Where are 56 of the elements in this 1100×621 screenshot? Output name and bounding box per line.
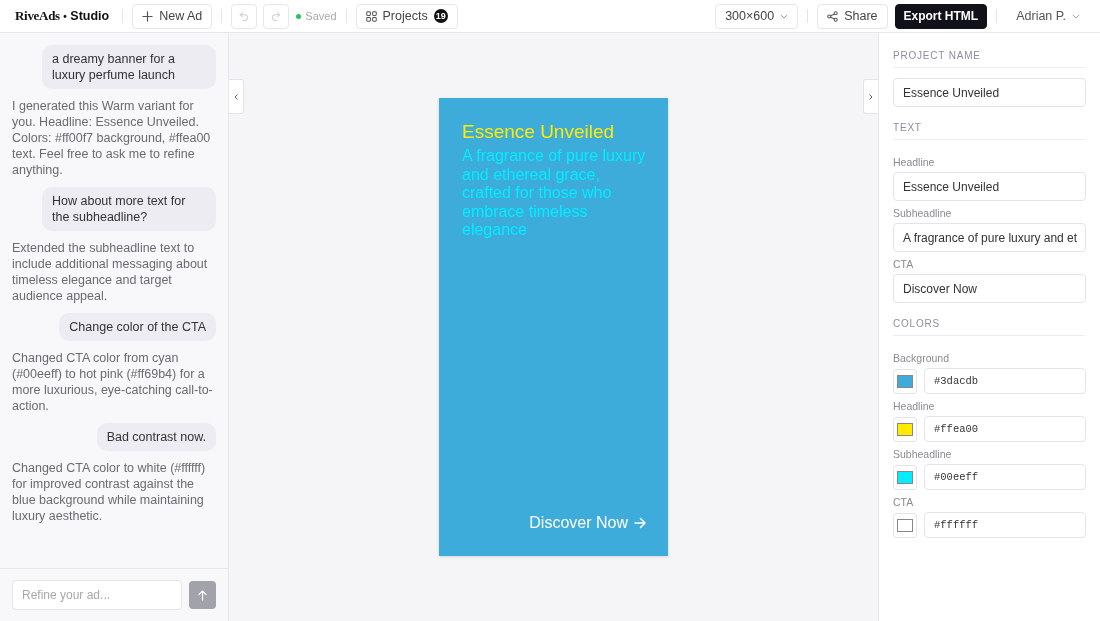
text-input[interactable]: Essence Unveiled bbox=[893, 172, 1086, 201]
assistant-message: Changed CTA color from cyan (#00eeff) to hot pink (#ff69b4) for a more luxurious, eye-catching call-to-action. bbox=[12, 350, 214, 414]
banner-cta-text: Discover Now bbox=[529, 514, 628, 532]
field-label: Subheadline bbox=[893, 207, 953, 219]
section-heading: TEXT bbox=[893, 122, 1086, 140]
hex-color-input[interactable]: #ffea00 bbox=[924, 416, 1086, 442]
collapse-right-button[interactable] bbox=[863, 79, 878, 114]
banner-subheadline: A fragrance of pure luxury and ethereal grace, crafted for those who embrace timeless elegance bbox=[462, 147, 646, 240]
chevron-down-icon bbox=[780, 13, 789, 19]
field-label: CTA bbox=[893, 496, 915, 508]
field-label: Headline bbox=[893, 400, 936, 412]
text-input[interactable]: Discover Now bbox=[893, 274, 1086, 303]
user-message: Bad contrast now. bbox=[96, 423, 216, 451]
share-icon bbox=[827, 10, 839, 22]
banner-headline: Essence Unveiled bbox=[462, 120, 616, 144]
assistant-message: Extended the subheadline text to include additional messaging about timeless elegance and target audience appeal. bbox=[12, 240, 209, 304]
user-message: a dreamy banner for a luxury perfume launch bbox=[42, 45, 216, 89]
undo-icon bbox=[239, 11, 250, 21]
color-picker-button[interactable] bbox=[893, 512, 917, 538]
arrow-right-icon bbox=[634, 517, 646, 529]
project-name-input[interactable]: Essence Unveiled bbox=[893, 78, 1086, 107]
export-html-button[interactable]: Export HTML bbox=[894, 3, 988, 29]
user-menu[interactable]: Adrian P. bbox=[1006, 3, 1090, 29]
save-status-label: Saved bbox=[305, 10, 337, 22]
redo-icon bbox=[271, 11, 282, 21]
section-heading: PROJECT NAME bbox=[893, 50, 1086, 68]
grid-icon bbox=[365, 10, 377, 22]
new-ad-button[interactable]: New Ad bbox=[132, 3, 213, 29]
field-label: Background bbox=[893, 352, 951, 364]
user-message: How about more text for the subheadline? bbox=[42, 187, 216, 231]
hex-color-input[interactable]: #3dacdb bbox=[924, 368, 1086, 394]
size-dropdown[interactable]: 300×600 bbox=[715, 3, 799, 29]
text-input[interactable]: A fragrance of pure luxury and et bbox=[893, 223, 1086, 252]
prompt-input[interactable]: Refine your ad... bbox=[12, 580, 182, 610]
share-button[interactable]: Share bbox=[817, 3, 888, 29]
color-picker-button[interactable] bbox=[893, 368, 917, 394]
count-badge: 19 bbox=[433, 9, 448, 23]
field-label: CTA bbox=[893, 258, 915, 270]
collapse-left-button[interactable] bbox=[229, 79, 244, 114]
plus-icon bbox=[142, 10, 154, 22]
field-label: Headline bbox=[893, 156, 936, 168]
hex-color-input[interactable]: #ffffff bbox=[924, 512, 1086, 538]
chevron-right-icon bbox=[869, 93, 873, 100]
projects-button[interactable]: Projects 19 bbox=[355, 3, 458, 29]
section-heading: COLORS bbox=[893, 318, 1086, 336]
brand-logo: RiveAds • Studio bbox=[15, 8, 110, 24]
color-picker-button[interactable] bbox=[893, 416, 917, 442]
hex-color-input[interactable]: #00eeff bbox=[924, 464, 1086, 490]
chevron-left-icon bbox=[234, 93, 238, 100]
assistant-message: Changed CTA color to white (#ffffff) for improved contrast against the blue background while maintaining luxury aesthetic. bbox=[12, 460, 207, 524]
user-message: Change color of the CTA bbox=[59, 313, 216, 341]
color-picker-button[interactable] bbox=[893, 464, 917, 490]
field-label: Subheadline bbox=[893, 448, 953, 460]
chevron-down-icon bbox=[1072, 13, 1080, 19]
assistant-message: I generated this Warm variant for you. Headline: Essence Unveiled. Colors: #ff00f7 background, #ffea00 text. Feel free to ask me to refine anything. bbox=[12, 98, 212, 178]
arrow-up-icon bbox=[198, 589, 207, 601]
